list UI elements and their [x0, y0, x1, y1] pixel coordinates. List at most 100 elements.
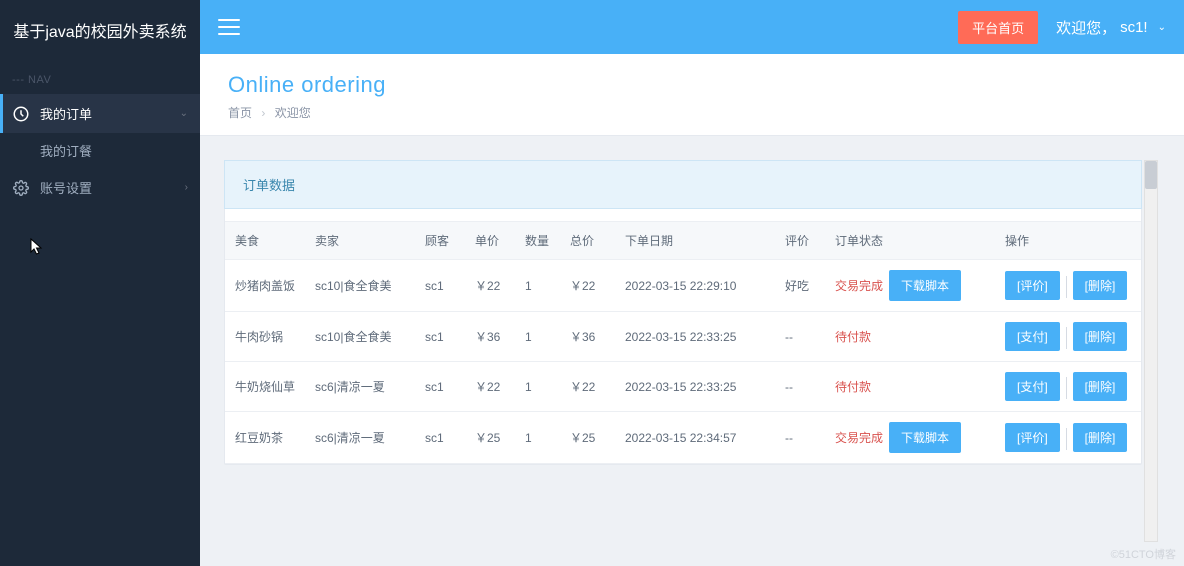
platform-home-button[interactable]: 平台首页 — [958, 11, 1038, 44]
sidebar-item-label: 我的订单 — [40, 104, 180, 123]
table-cell: sc6|清凉一夏 — [305, 362, 415, 412]
table-cell: ￥22 — [560, 362, 615, 412]
table-cell: sc1 — [415, 362, 465, 412]
table-header: 总价 — [560, 222, 615, 260]
table-header: 数量 — [515, 222, 560, 260]
table-cell: sc1 — [415, 312, 465, 362]
delete-button[interactable]: [删除] — [1073, 372, 1128, 401]
table-cell: 1 — [515, 260, 560, 312]
breadcrumb: 首页 › 欢迎您 — [228, 104, 1156, 121]
orders-panel: 订单数据 美食卖家顾客单价数量总价下单日期评价订单状态操作 炒猪肉盖饭sc10|… — [224, 160, 1142, 465]
download-script-button[interactable]: 下载脚本 — [889, 422, 961, 453]
scrollbar[interactable] — [1144, 160, 1158, 542]
dashboard-icon — [12, 105, 30, 123]
status-cell: 交易完成下载脚本 — [825, 260, 995, 312]
chevron-down-icon: ⌄ — [1158, 22, 1166, 33]
action-separator — [1066, 327, 1067, 349]
status-cell: 待付款 — [825, 312, 995, 362]
chevron-right-icon: › — [185, 182, 188, 193]
table-cell: 好吃 — [775, 260, 825, 312]
table-cell: -- — [775, 362, 825, 412]
table-header: 评价 — [775, 222, 825, 260]
delete-button[interactable]: [删除] — [1073, 271, 1128, 300]
watermark: ©51CTO博客 — [1111, 546, 1176, 562]
table-header: 下单日期 — [615, 222, 775, 260]
order-status: 交易完成 — [835, 431, 883, 445]
sidebar-item-orders[interactable]: 我的订单 ⌄ — [0, 94, 200, 133]
cursor-icon — [30, 238, 44, 259]
orders-table: 美食卖家顾客单价数量总价下单日期评价订单状态操作 炒猪肉盖饭sc10|食全食美s… — [225, 221, 1141, 464]
table-cell: sc1 — [415, 260, 465, 312]
delete-button[interactable]: [删除] — [1073, 423, 1128, 452]
action-separator — [1066, 276, 1067, 298]
table-header: 订单状态 — [825, 222, 995, 260]
table-cell: ￥36 — [465, 312, 515, 362]
topbar: 平台首页 欢迎您， sc1! ⌄ — [200, 0, 1184, 54]
pay-button[interactable]: [支付] — [1005, 322, 1060, 351]
table-cell: sc10|食全食美 — [305, 312, 415, 362]
delete-button[interactable]: [删除] — [1073, 322, 1128, 351]
table-cell: 2022-03-15 22:34:57 — [615, 412, 775, 464]
panel-title: 订单数据 — [224, 160, 1142, 209]
ops-cell: [评价] [删除] — [995, 260, 1141, 312]
table-cell: sc10|食全食美 — [305, 260, 415, 312]
table-row: 牛奶烧仙草sc6|清凉一夏sc1￥221￥222022-03-15 22:33:… — [225, 362, 1141, 412]
table-header: 顾客 — [415, 222, 465, 260]
user-menu[interactable]: 欢迎您， sc1! ⌄ — [1056, 17, 1166, 38]
table-cell: 2022-03-15 22:33:25 — [615, 312, 775, 362]
breadcrumb-separator-icon: › — [261, 106, 265, 120]
order-status: 待付款 — [835, 380, 871, 394]
table-row: 牛肉砂锅sc10|食全食美sc1￥361￥362022-03-15 22:33:… — [225, 312, 1141, 362]
sidebar-item-label: 账号设置 — [40, 178, 185, 197]
menu-toggle-icon[interactable] — [218, 19, 240, 35]
username: sc1! — [1120, 19, 1148, 36]
ops-cell: [评价] [删除] — [995, 412, 1141, 464]
sidebar-item-account[interactable]: 账号设置 › — [0, 168, 200, 207]
content-header: Online ordering 首页 › 欢迎您 — [200, 54, 1184, 136]
table-cell: ￥25 — [560, 412, 615, 464]
order-status: 交易完成 — [835, 279, 883, 293]
status-cell: 待付款 — [825, 362, 995, 412]
table-header: 操作 — [995, 222, 1141, 260]
table-cell: 1 — [515, 312, 560, 362]
table-cell: -- — [775, 412, 825, 464]
table-cell: ￥22 — [560, 260, 615, 312]
table-cell: 牛肉砂锅 — [225, 312, 305, 362]
status-cell: 交易完成下载脚本 — [825, 412, 995, 464]
review-button[interactable]: [评价] — [1005, 271, 1060, 300]
order-status: 待付款 — [835, 330, 871, 344]
table-cell: 红豆奶茶 — [225, 412, 305, 464]
table-row: 红豆奶茶sc6|清凉一夏sc1￥251￥252022-03-15 22:34:5… — [225, 412, 1141, 464]
ops-cell: [支付] [删除] — [995, 312, 1141, 362]
page-title: Online ordering — [228, 72, 1156, 98]
gear-icon — [12, 179, 30, 197]
sidebar: 基于java的校园外卖系统 --- NAV 我的订单 ⌄ 我的订餐 账号设置 › — [0, 0, 200, 566]
content-body: 订单数据 美食卖家顾客单价数量总价下单日期评价订单状态操作 炒猪肉盖饭sc10|… — [200, 136, 1184, 566]
main-content: 平台首页 欢迎您， sc1! ⌄ Online ordering 首页 › 欢迎… — [200, 0, 1184, 566]
chevron-down-icon: ⌄ — [180, 108, 188, 119]
review-button[interactable]: [评价] — [1005, 423, 1060, 452]
sidebar-sub-my-orders[interactable]: 我的订餐 — [0, 133, 200, 168]
table-cell: 2022-03-15 22:29:10 — [615, 260, 775, 312]
table-header: 卖家 — [305, 222, 415, 260]
table-cell: sc1 — [415, 412, 465, 464]
download-script-button[interactable]: 下载脚本 — [889, 270, 961, 301]
table-cell: ￥22 — [465, 362, 515, 412]
table-cell: ￥36 — [560, 312, 615, 362]
nav-section-label: --- NAV — [0, 60, 200, 94]
table-header: 美食 — [225, 222, 305, 260]
table-cell: 2022-03-15 22:33:25 — [615, 362, 775, 412]
table-cell: ￥25 — [465, 412, 515, 464]
ops-cell: [支付] [删除] — [995, 362, 1141, 412]
action-separator — [1066, 377, 1067, 399]
app-title: 基于java的校园外卖系统 — [0, 0, 200, 60]
pay-button[interactable]: [支付] — [1005, 372, 1060, 401]
table-cell: 牛奶烧仙草 — [225, 362, 305, 412]
breadcrumb-item[interactable]: 首页 — [228, 106, 252, 120]
table-cell: 炒猪肉盖饭 — [225, 260, 305, 312]
table-header: 单价 — [465, 222, 515, 260]
table-cell: 1 — [515, 412, 560, 464]
welcome-text: 欢迎您， — [1056, 17, 1116, 38]
scrollbar-thumb[interactable] — [1145, 161, 1157, 189]
action-separator — [1066, 428, 1067, 450]
